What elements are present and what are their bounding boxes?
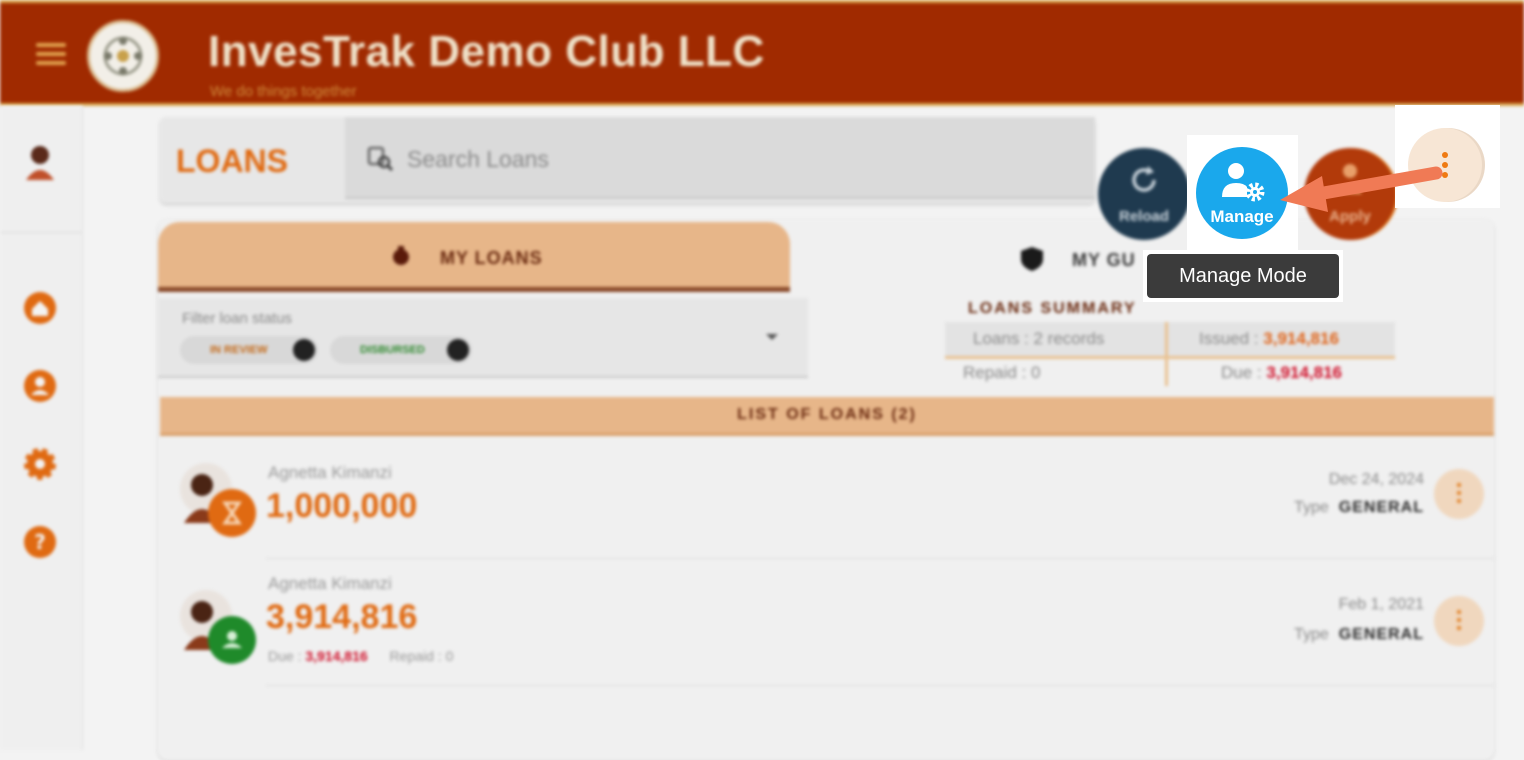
borrower-name: Agnetta Kimanzi xyxy=(268,574,392,593)
chip-disbursed[interactable]: DISBURSED xyxy=(330,336,472,364)
loans-summary: Loans : 2 records Issued : 3,914,816 Rep… xyxy=(945,322,1395,386)
app-title: InvesTrak Demo Club LLC xyxy=(208,27,765,76)
app-subtitle: We do things together xyxy=(210,83,357,100)
chip-label: IN REVIEW xyxy=(210,344,268,356)
summary-divider xyxy=(1165,322,1168,386)
in-review-status-icon xyxy=(208,489,256,537)
chip-in-review[interactable]: IN REVIEW xyxy=(180,336,318,364)
due-label: Due : xyxy=(268,648,302,664)
chip-remove-icon[interactable] xyxy=(293,339,315,361)
loan-type-label: Type xyxy=(1294,626,1329,643)
chevron-down-icon[interactable] xyxy=(764,330,780,342)
sidebar-divider xyxy=(0,232,82,233)
app-header: InvesTrak Demo Club LLC We do things tog… xyxy=(0,0,1524,106)
sidebar: ? xyxy=(0,106,83,750)
summary-repaid: Repaid : 0 xyxy=(963,363,1041,382)
loan-type: Type GENERAL xyxy=(1294,626,1424,644)
reload-label: Reload xyxy=(1118,208,1169,225)
summary-loans: Loans : 2 records xyxy=(973,329,1105,348)
summary-due-label: Due : xyxy=(1221,363,1262,382)
loan-type: Type GENERAL xyxy=(1294,499,1424,517)
tab-my-loans[interactable]: MY LOANS xyxy=(158,222,790,292)
shield-icon xyxy=(1020,246,1044,272)
loan-amount: 1,000,000 xyxy=(266,487,418,525)
loan-type-value: GENERAL xyxy=(1338,626,1424,643)
reload-icon xyxy=(1132,166,1156,192)
manage-mode-tooltip: Manage Mode xyxy=(1147,254,1339,298)
hamburger-menu-icon[interactable] xyxy=(36,43,66,65)
club-logo xyxy=(87,20,159,92)
summary-due-value: 3,914,816 xyxy=(1266,363,1343,382)
summary-due: Due : 3,914,816 xyxy=(1221,363,1342,383)
chip-label: DISBURSED xyxy=(360,344,425,356)
summary-issued-value: 3,914,816 xyxy=(1263,329,1339,348)
row-divider xyxy=(266,685,1494,686)
loan-amount: 3,914,816 xyxy=(266,598,418,636)
loan-status-filter[interactable]: Filter loan status IN REVIEW DISBURSED xyxy=(158,298,808,378)
pointer-arrow-icon xyxy=(1280,166,1443,212)
search-input[interactable] xyxy=(405,141,809,177)
summary-title: LOANS SUMMARY xyxy=(968,300,1137,317)
help-icon[interactable]: ? xyxy=(24,526,56,558)
gear-icon[interactable] xyxy=(24,448,56,480)
loan-list-header: LIST OF LOANS (2) xyxy=(160,397,1494,436)
table-row[interactable]: Agnetta Kimanzi 3,914,816 Due : 3,914,81… xyxy=(160,572,1494,686)
row-more-icon[interactable] xyxy=(1434,469,1484,519)
search-icon xyxy=(367,145,394,172)
loan-type-value: GENERAL xyxy=(1338,499,1424,516)
summary-issued-label: Issued : xyxy=(1199,329,1259,348)
loan-date: Dec 24, 2024 xyxy=(1328,471,1424,488)
loan-type-label: Type xyxy=(1294,499,1329,516)
home-icon[interactable] xyxy=(24,292,56,324)
profile-icon[interactable] xyxy=(24,370,56,402)
search-box[interactable] xyxy=(345,117,1095,199)
loan-date: Feb 1, 2021 xyxy=(1338,596,1424,613)
summary-issued: Issued : 3,914,816 xyxy=(1199,329,1339,349)
chip-remove-icon[interactable] xyxy=(447,339,469,361)
row-more-icon[interactable] xyxy=(1434,596,1484,646)
borrower-name: Agnetta Kimanzi xyxy=(268,463,392,482)
page-title: LOANS xyxy=(176,143,288,179)
table-row[interactable]: Agnetta Kimanzi 1,000,000 Dec 24, 2024 T… xyxy=(160,445,1494,559)
loan-list-title: LIST OF LOANS (2) xyxy=(737,406,917,423)
disbursed-status-icon xyxy=(208,616,256,664)
tab-label: MY LOANS xyxy=(440,248,543,268)
user-avatar[interactable] xyxy=(24,144,56,180)
filter-label: Filter loan status xyxy=(182,310,293,327)
row-divider xyxy=(266,558,1494,559)
due-repaid-line: Due : 3,914,816 Repaid : 0 xyxy=(268,648,453,664)
money-bag-icon xyxy=(390,244,412,266)
loans-toolbar: LOANS xyxy=(160,117,1095,203)
reload-button[interactable]: Reload xyxy=(1098,148,1190,240)
due-value: 3,914,816 xyxy=(305,648,368,664)
tab-label: MY GU xyxy=(1072,250,1136,270)
repaid-value: Repaid : 0 xyxy=(389,648,454,664)
svg-text:?: ? xyxy=(34,530,46,554)
